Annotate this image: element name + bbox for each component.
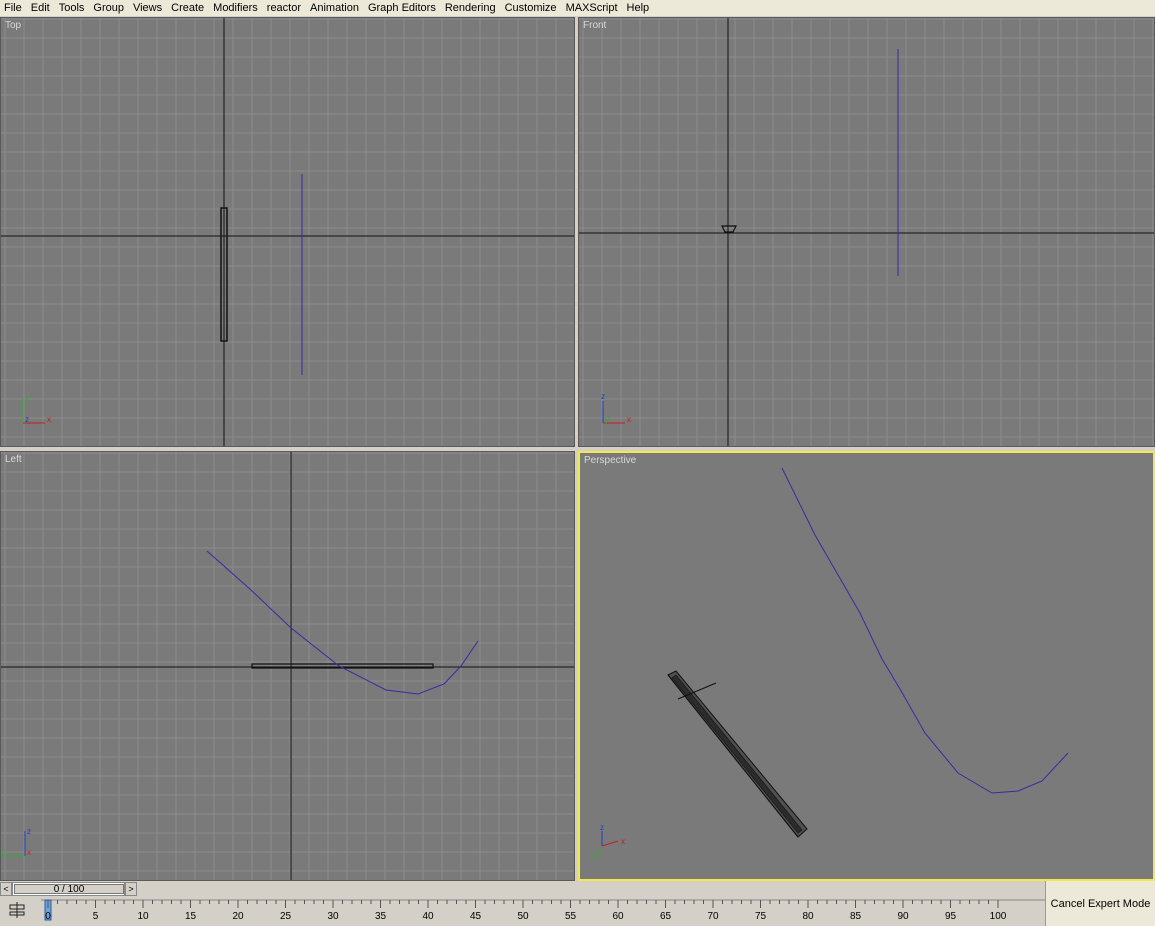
timeline-tick-label: 100: [990, 911, 1007, 922]
timeline-tick-label: 90: [897, 911, 909, 922]
svg-text:x: x: [47, 415, 51, 424]
viewport-label[interactable]: Front: [583, 20, 606, 31]
cancel-expert-mode-button[interactable]: Cancel Expert Mode: [1045, 881, 1155, 926]
svg-text:z: z: [27, 827, 31, 836]
menu-rendering[interactable]: Rendering: [441, 1, 501, 16]
timeline-tick-label: 15: [185, 911, 197, 922]
svg-text:z: z: [25, 415, 29, 424]
svg-text:x: x: [627, 415, 631, 424]
timeline-tick-label: 20: [232, 911, 244, 922]
timeline-tick-label: 45: [470, 911, 482, 922]
spline-object: [781, 467, 1069, 794]
timeline-tick-label: 5: [93, 911, 99, 922]
spline-object: [206, 550, 479, 695]
timeline-tick-label: 60: [612, 911, 624, 922]
menu-tools[interactable]: Tools: [55, 1, 90, 16]
viewport-perspective[interactable]: Perspective z x y: [578, 451, 1155, 881]
menu-views[interactable]: Views: [129, 1, 167, 16]
viewport-label[interactable]: Top: [5, 20, 21, 31]
grid: [1, 18, 574, 446]
svg-text:y: y: [605, 415, 609, 424]
timeline-tick-label: 35: [375, 911, 387, 922]
timeline-tick-label: 40: [422, 911, 434, 922]
timeline-tick-label: 75: [755, 911, 767, 922]
viewport-front[interactable]: Front z x y: [578, 17, 1155, 447]
viewport-top[interactable]: Top y x z: [0, 17, 575, 447]
time-slider[interactable]: < 0 / 100 >: [0, 882, 137, 897]
menu-modifiers[interactable]: Modifiers: [209, 1, 263, 16]
menu-maxscript[interactable]: MAXScript: [562, 1, 623, 16]
menu-create[interactable]: Create: [167, 1, 209, 16]
box-object: [721, 225, 737, 233]
menu-edit[interactable]: Edit: [27, 1, 55, 16]
menu-group[interactable]: Group: [89, 1, 129, 16]
bottom-panel: < 0 / 100 > 0 5 10 15 20 25 30 35 40 45 50 55 60 65 70…: [0, 881, 1155, 926]
axis-tripod-icon: z x y: [601, 392, 631, 424]
axis-tripod-icon: z x y: [592, 823, 625, 860]
svg-text:y: y: [1, 848, 5, 857]
viewport-top-canvas[interactable]: y x z: [1, 18, 575, 447]
menu-customize[interactable]: Customize: [501, 1, 562, 16]
timeline-tick-label: 70: [707, 911, 719, 922]
timeline-tick-label: 80: [802, 911, 814, 922]
viewport-left-canvas[interactable]: z y x: [1, 452, 575, 881]
viewport-front-canvas[interactable]: z x y: [579, 18, 1155, 447]
time-slider-track[interactable]: 0 / 100: [12, 882, 125, 896]
box-object: [667, 670, 808, 838]
menu-animation[interactable]: Animation: [306, 1, 364, 16]
menu-reactor[interactable]: reactor: [263, 1, 306, 16]
viewport-left[interactable]: Left z y x: [0, 451, 575, 881]
prev-frame-button[interactable]: <: [0, 882, 12, 896]
timeline-tick-label: 50: [517, 911, 529, 922]
timeline-tick-label: 0: [45, 911, 51, 922]
time-slider-thumb[interactable]: 0 / 100: [14, 884, 124, 895]
svg-text:y: y: [592, 851, 596, 860]
timeline-tick-label: 55: [565, 911, 577, 922]
next-frame-button[interactable]: >: [125, 882, 137, 896]
svg-text:x: x: [621, 837, 625, 846]
timeline-tick-label: 30: [327, 911, 339, 922]
svg-text:z: z: [600, 823, 604, 832]
viewport-label[interactable]: Perspective: [584, 455, 636, 466]
menu-file[interactable]: File: [0, 1, 27, 16]
track-bar-icon[interactable]: [8, 902, 26, 918]
menu-bar: File Edit Tools Group Views Create Modifiers re…: [0, 0, 1155, 16]
timeline-tick-label: 10: [137, 911, 149, 922]
timeline-tick-label: 65: [660, 911, 672, 922]
viewport-perspective-canvas[interactable]: z x y: [580, 453, 1155, 881]
viewport-label[interactable]: Left: [5, 454, 22, 465]
timeline-tick-label: 25: [280, 911, 292, 922]
timeline-ruler[interactable]: 0 5 10 15 20 25 30 35 40 45 50 55 60 65 70 75 80 85 90 95 10…: [41, 899, 1045, 925]
menu-graph-editors[interactable]: Graph Editors: [364, 1, 441, 16]
timeline-tick-label: 85: [850, 911, 862, 922]
timeline-tick-label: 95: [945, 911, 957, 922]
menu-help[interactable]: Help: [623, 1, 655, 16]
svg-text:y: y: [25, 394, 29, 403]
svg-text:x: x: [27, 848, 31, 857]
svg-text:z: z: [601, 392, 605, 401]
